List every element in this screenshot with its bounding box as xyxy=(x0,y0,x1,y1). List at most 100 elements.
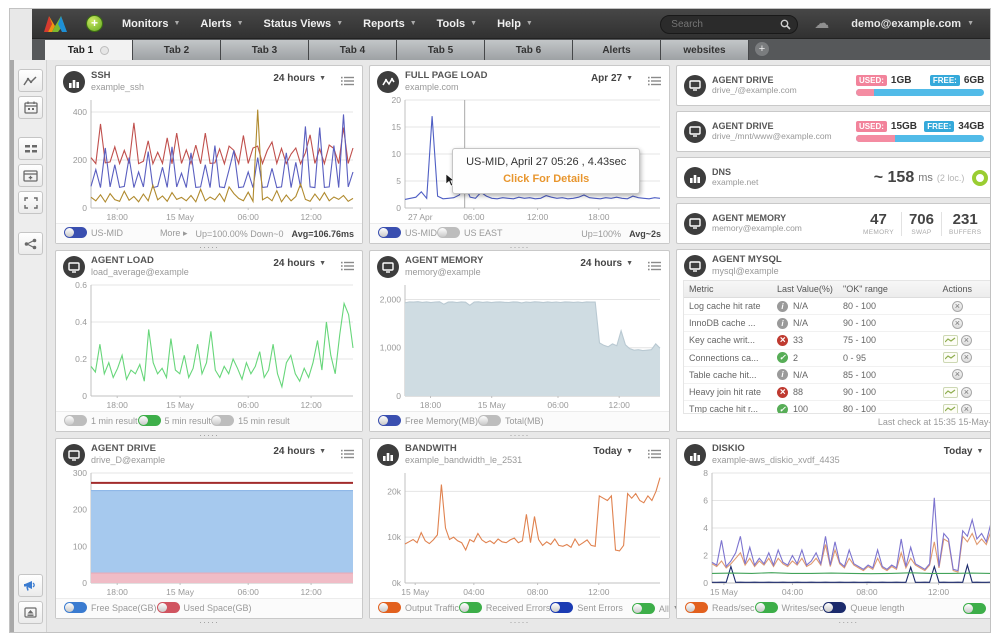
ssh-chart[interactable]: 0 200 400 18:00 15 May 06:00 12:00 xyxy=(59,94,359,223)
add-monitor-button[interactable]: + xyxy=(86,15,103,32)
location-toggle[interactable]: US EAST xyxy=(437,227,503,238)
search-icon[interactable] xyxy=(780,17,791,35)
widget-menu-icon[interactable] xyxy=(340,71,355,92)
column-header[interactable]: Actions xyxy=(907,284,990,294)
range-dropdown[interactable]: 24 hours ▼ xyxy=(273,256,326,271)
user-menu[interactable]: demo@example.com ▼ xyxy=(845,17,980,31)
megaphone-icon[interactable] xyxy=(18,574,43,597)
remove-metric-icon[interactable]: × xyxy=(960,403,972,413)
sparkline-icon[interactable] xyxy=(942,352,958,364)
widget-menu-icon[interactable] xyxy=(647,71,662,92)
eject-icon[interactable] xyxy=(18,601,43,624)
dashboard-tab[interactable]: Tab 3 xyxy=(221,40,309,60)
dashboard-tab[interactable]: Alerts xyxy=(573,40,661,60)
series-toggle[interactable]: Total(MB) xyxy=(478,415,544,426)
chevron-down-icon: ▼ xyxy=(236,20,244,27)
sparkline-icon[interactable] xyxy=(942,386,958,398)
nav-menu-item[interactable]: Alerts ▼ xyxy=(191,14,252,34)
remove-metric-icon[interactable]: × xyxy=(960,334,972,346)
monitor-icon xyxy=(684,120,706,143)
sparkline-icon[interactable] xyxy=(942,403,958,413)
agent-drive-chart[interactable]: 0 100 200 300 18:00 15 May 06:00 12:00 xyxy=(59,467,359,598)
trend-chart-icon[interactable] xyxy=(18,69,43,92)
series-toggle[interactable]: Sent Errors xyxy=(550,602,623,613)
table-row[interactable]: Log cache hit rate N/A 80 - 100 × xyxy=(684,298,990,316)
widget-menu-icon[interactable] xyxy=(647,444,662,465)
monitis-logo-icon[interactable] xyxy=(42,12,76,36)
nav-menu-item[interactable]: Monitors ▼ xyxy=(113,14,189,34)
column-header[interactable]: "OK" range xyxy=(843,284,907,294)
widget-title: DISKIO xyxy=(712,443,745,454)
all-series-toggle[interactable]: All▼ xyxy=(631,603,680,614)
series-toggle[interactable]: Writes/sec xyxy=(754,602,823,613)
tooltip-details-link[interactable]: Click For Details xyxy=(466,173,626,185)
dashboard-tab[interactable]: Tab 6 xyxy=(485,40,573,60)
chart-tooltip[interactable]: US-MID, April 27 05:26 , 4.43sec Click F… xyxy=(452,148,641,195)
status-icon xyxy=(777,334,788,346)
remove-metric-icon[interactable]: × xyxy=(951,300,963,312)
calendar-icon[interactable] xyxy=(18,96,43,119)
dashboard-tab[interactable]: websites xyxy=(661,40,749,60)
tab-close-icon[interactable] xyxy=(100,45,110,55)
nav-menu-item[interactable]: Help ▼ xyxy=(488,14,542,34)
full-page-load-chart[interactable]: US-MID, April 27 05:26 , 4.43sec Click F… xyxy=(373,94,666,223)
all-series-toggle[interactable]: All▼ xyxy=(963,603,990,614)
diskio-chart[interactable]: 0 2 4 6 8 15 May 04:00 08:00 12:00 xyxy=(680,467,990,598)
table-row[interactable]: Heavy join hit rate 88 90 - 100 × xyxy=(684,384,990,402)
remove-metric-icon[interactable]: × xyxy=(960,352,972,364)
series-toggle[interactable]: Free Memory(MB) xyxy=(378,415,478,426)
table-row[interactable]: InnoDB cache ... N/A 90 - 100 × xyxy=(684,315,990,333)
remove-metric-icon[interactable]: × xyxy=(951,317,963,329)
dashboard-tab[interactable]: Tab 5 xyxy=(397,40,485,60)
series-toggle[interactable]: US-MID xyxy=(64,227,123,238)
agent-memory-chart[interactable]: 0 1,000 2,000 18:00 15 May 06:00 12:00 xyxy=(373,279,666,411)
add-tab-button[interactable]: + xyxy=(754,40,770,57)
series-toggle[interactable]: 15 min result xyxy=(211,415,290,426)
dashboard-tab[interactable]: Tab 2 xyxy=(133,40,221,60)
cloud-icon[interactable]: ☁ xyxy=(814,16,829,31)
fullscreen-icon[interactable] xyxy=(18,191,43,214)
add-widget-icon[interactable] xyxy=(18,164,43,187)
column-header[interactable]: Last Value(%) xyxy=(777,284,843,294)
series-toggle[interactable]: Queue length xyxy=(823,602,904,613)
series-toggle[interactable]: Output Traffic xyxy=(378,602,459,613)
more-link[interactable]: More ▸ xyxy=(160,228,188,239)
bandwidth-chart[interactable]: 0k 10k 20k 15 May 04:00 08:00 12:00 xyxy=(373,467,666,598)
range-dropdown[interactable]: Today ▼ xyxy=(944,444,984,459)
search-input[interactable] xyxy=(660,14,799,34)
series-toggle[interactable]: Used Space(GB) xyxy=(156,602,252,613)
nav-menu-item[interactable]: Tools ▼ xyxy=(428,14,486,34)
range-dropdown[interactable]: 24 hours ▼ xyxy=(580,256,633,271)
range-dropdown[interactable]: 24 hours ▼ xyxy=(273,444,326,459)
agent-load-chart[interactable]: 0 0.2 0.4 0.6 18:00 15 May 06:00 12:00 xyxy=(59,279,359,411)
table-row[interactable]: Key cache writ... 33 75 - 100 × xyxy=(684,332,990,350)
series-toggle[interactable]: 5 min result xyxy=(137,415,211,426)
series-toggle[interactable]: Free Space(GB) xyxy=(64,602,157,613)
table-row[interactable]: Table cache hit... N/A 85 - 100 × xyxy=(684,367,990,384)
widget-menu-icon[interactable] xyxy=(340,444,355,465)
sparkline-icon[interactable] xyxy=(942,334,958,346)
nav-menu-item[interactable]: Status Views ▼ xyxy=(255,14,353,34)
remove-metric-icon[interactable]: × xyxy=(951,369,963,381)
dashboard-tab[interactable]: Tab 4 xyxy=(309,40,397,60)
dashboard-tab[interactable]: Tab 1 xyxy=(45,40,133,60)
range-dropdown[interactable]: 24 hours ▼ xyxy=(273,71,326,86)
widget-menu-icon[interactable] xyxy=(647,256,662,277)
widget-title: AGENT LOAD xyxy=(91,255,154,266)
remove-metric-icon[interactable]: × xyxy=(960,386,972,398)
widget-menu-icon[interactable] xyxy=(340,256,355,277)
series-toggle[interactable]: Received Errors xyxy=(458,602,550,613)
svg-text:15 May: 15 May xyxy=(166,400,195,410)
table-row[interactable]: Connections ca... 2 0 - 95 × xyxy=(684,350,990,367)
tooltip-text: US-MID, April 27 05:26 , 4.43sec xyxy=(466,156,627,169)
series-toggle[interactable]: Reads/sec xyxy=(685,602,755,613)
series-toggle[interactable]: 1 min result xyxy=(64,415,138,426)
layout-grid-icon[interactable] xyxy=(18,137,43,160)
range-dropdown[interactable]: Today ▼ xyxy=(593,444,633,459)
nav-menu-item[interactable]: Reports ▼ xyxy=(354,14,426,34)
table-row[interactable]: Tmp cache hit r... 100 80 - 100 × xyxy=(684,401,990,413)
column-header[interactable]: Metric xyxy=(689,284,777,294)
range-dropdown[interactable]: Apr 27 ▼ xyxy=(591,71,633,86)
location-toggle[interactable]: US-MID xyxy=(378,227,437,238)
share-icon[interactable] xyxy=(18,232,43,255)
